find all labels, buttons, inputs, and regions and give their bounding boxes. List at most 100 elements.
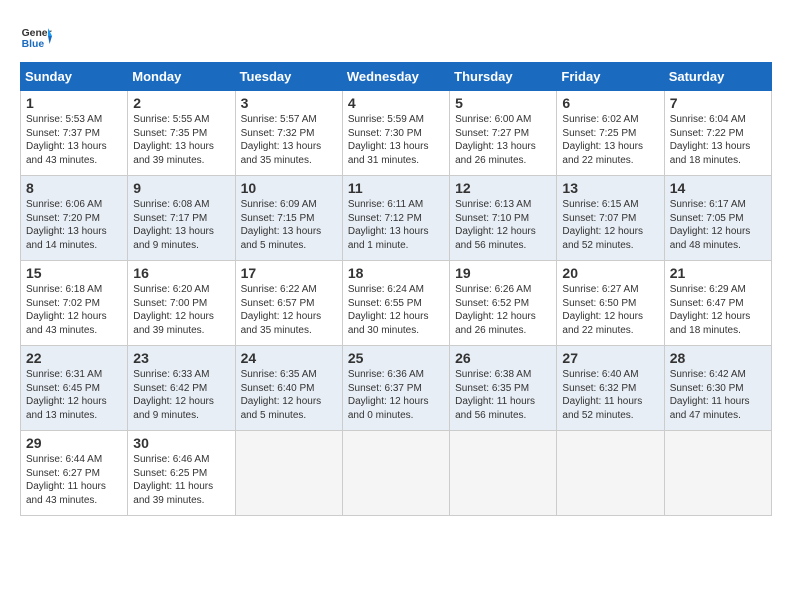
day-info-line: Daylight: 13 hours <box>26 140 122 154</box>
day-number: 13 <box>562 180 658 196</box>
day-info-line: Sunset: 6:55 PM <box>348 297 444 311</box>
day-info-line: Sunrise: 6:35 AM <box>241 368 337 382</box>
day-number: 2 <box>133 95 229 111</box>
day-info-line: Daylight: 12 hours <box>26 310 122 324</box>
day-number: 28 <box>670 350 766 366</box>
day-number: 5 <box>455 95 551 111</box>
day-info-line: and 5 minutes. <box>241 409 337 423</box>
day-info-line: Sunrise: 6:15 AM <box>562 198 658 212</box>
day-info-line: Daylight: 12 hours <box>562 310 658 324</box>
day-cell-16: 16Sunrise: 6:20 AMSunset: 7:00 PMDayligh… <box>128 261 235 346</box>
day-number: 12 <box>455 180 551 196</box>
day-number: 20 <box>562 265 658 281</box>
day-info-line: Daylight: 12 hours <box>562 225 658 239</box>
page-header: General Blue <box>20 20 772 52</box>
day-info-line: and 18 minutes. <box>670 154 766 168</box>
day-cell-13: 13Sunrise: 6:15 AMSunset: 7:07 PMDayligh… <box>557 176 664 261</box>
col-header-friday: Friday <box>557 63 664 91</box>
day-number: 19 <box>455 265 551 281</box>
day-info-line: and 22 minutes. <box>562 324 658 338</box>
svg-text:Blue: Blue <box>22 39 45 50</box>
day-info-line: Sunrise: 6:22 AM <box>241 283 337 297</box>
day-info-line: Sunrise: 6:26 AM <box>455 283 551 297</box>
day-info-line: Sunrise: 6:29 AM <box>670 283 766 297</box>
day-info-line: Sunset: 6:32 PM <box>562 382 658 396</box>
day-info-line: and 9 minutes. <box>133 239 229 253</box>
day-info-line: Daylight: 11 hours <box>133 480 229 494</box>
day-info-line: and 22 minutes. <box>562 154 658 168</box>
day-number: 30 <box>133 435 229 451</box>
day-info-line: and 31 minutes. <box>348 154 444 168</box>
day-cell-12: 12Sunrise: 6:13 AMSunset: 7:10 PMDayligh… <box>450 176 557 261</box>
day-info-line: Sunrise: 6:00 AM <box>455 113 551 127</box>
day-info-line: Sunrise: 6:27 AM <box>562 283 658 297</box>
day-info-line: and 43 minutes. <box>26 154 122 168</box>
day-info-line: Daylight: 12 hours <box>455 225 551 239</box>
day-info-line: Daylight: 13 hours <box>348 225 444 239</box>
day-info-line: and 39 minutes. <box>133 154 229 168</box>
svg-text:General: General <box>22 28 52 39</box>
day-info-line: Daylight: 13 hours <box>348 140 444 154</box>
week-row-2: 15Sunrise: 6:18 AMSunset: 7:02 PMDayligh… <box>21 261 772 346</box>
day-info-line: Sunset: 6:47 PM <box>670 297 766 311</box>
day-info-line: Daylight: 12 hours <box>670 310 766 324</box>
col-header-monday: Monday <box>128 63 235 91</box>
empty-cell <box>450 431 557 516</box>
day-cell-8: 8Sunrise: 6:06 AMSunset: 7:20 PMDaylight… <box>21 176 128 261</box>
day-cell-14: 14Sunrise: 6:17 AMSunset: 7:05 PMDayligh… <box>664 176 771 261</box>
day-info-line: and 39 minutes. <box>133 494 229 508</box>
day-info-line: Sunrise: 6:13 AM <box>455 198 551 212</box>
col-header-saturday: Saturday <box>664 63 771 91</box>
day-cell-24: 24Sunrise: 6:35 AMSunset: 6:40 PMDayligh… <box>235 346 342 431</box>
day-info-line: Sunset: 7:12 PM <box>348 212 444 226</box>
day-cell-23: 23Sunrise: 6:33 AMSunset: 6:42 PMDayligh… <box>128 346 235 431</box>
day-number: 6 <box>562 95 658 111</box>
day-number: 24 <box>241 350 337 366</box>
day-cell-30: 30Sunrise: 6:46 AMSunset: 6:25 PMDayligh… <box>128 431 235 516</box>
day-info-line: Sunrise: 5:53 AM <box>26 113 122 127</box>
day-info-line: Daylight: 12 hours <box>133 395 229 409</box>
day-info-line: and 9 minutes. <box>133 409 229 423</box>
day-cell-7: 7Sunrise: 6:04 AMSunset: 7:22 PMDaylight… <box>664 91 771 176</box>
day-cell-3: 3Sunrise: 5:57 AMSunset: 7:32 PMDaylight… <box>235 91 342 176</box>
day-cell-4: 4Sunrise: 5:59 AMSunset: 7:30 PMDaylight… <box>342 91 449 176</box>
day-number: 7 <box>670 95 766 111</box>
day-number: 27 <box>562 350 658 366</box>
day-info-line: and 52 minutes. <box>562 409 658 423</box>
logo: General Blue <box>20 20 56 52</box>
day-cell-1: 1Sunrise: 5:53 AMSunset: 7:37 PMDaylight… <box>21 91 128 176</box>
day-cell-11: 11Sunrise: 6:11 AMSunset: 7:12 PMDayligh… <box>342 176 449 261</box>
day-info-line: Sunrise: 6:02 AM <box>562 113 658 127</box>
day-info-line: Daylight: 13 hours <box>241 140 337 154</box>
day-number: 4 <box>348 95 444 111</box>
day-info-line: Daylight: 12 hours <box>241 310 337 324</box>
day-info-line: Sunrise: 6:17 AM <box>670 198 766 212</box>
day-number: 26 <box>455 350 551 366</box>
day-info-line: Sunset: 7:37 PM <box>26 127 122 141</box>
day-cell-29: 29Sunrise: 6:44 AMSunset: 6:27 PMDayligh… <box>21 431 128 516</box>
day-info-line: Daylight: 13 hours <box>455 140 551 154</box>
day-number: 25 <box>348 350 444 366</box>
empty-cell <box>235 431 342 516</box>
day-info-line: Daylight: 12 hours <box>348 395 444 409</box>
day-info-line: Sunset: 7:22 PM <box>670 127 766 141</box>
day-cell-22: 22Sunrise: 6:31 AMSunset: 6:45 PMDayligh… <box>21 346 128 431</box>
day-info-line: Sunset: 7:27 PM <box>455 127 551 141</box>
day-info-line: Sunset: 7:05 PM <box>670 212 766 226</box>
day-info-line: Sunset: 6:57 PM <box>241 297 337 311</box>
day-cell-6: 6Sunrise: 6:02 AMSunset: 7:25 PMDaylight… <box>557 91 664 176</box>
week-row-1: 8Sunrise: 6:06 AMSunset: 7:20 PMDaylight… <box>21 176 772 261</box>
day-info-line: and 35 minutes. <box>241 324 337 338</box>
day-info-line: and 56 minutes. <box>455 239 551 253</box>
day-cell-15: 15Sunrise: 6:18 AMSunset: 7:02 PMDayligh… <box>21 261 128 346</box>
day-info-line: Daylight: 11 hours <box>455 395 551 409</box>
day-info-line: Daylight: 13 hours <box>133 140 229 154</box>
day-number: 23 <box>133 350 229 366</box>
day-info-line: and 14 minutes. <box>26 239 122 253</box>
day-info-line: and 35 minutes. <box>241 154 337 168</box>
day-info-line: Sunset: 7:25 PM <box>562 127 658 141</box>
day-info-line: Sunrise: 6:46 AM <box>133 453 229 467</box>
day-number: 10 <box>241 180 337 196</box>
col-header-thursday: Thursday <box>450 63 557 91</box>
day-cell-21: 21Sunrise: 6:29 AMSunset: 6:47 PMDayligh… <box>664 261 771 346</box>
